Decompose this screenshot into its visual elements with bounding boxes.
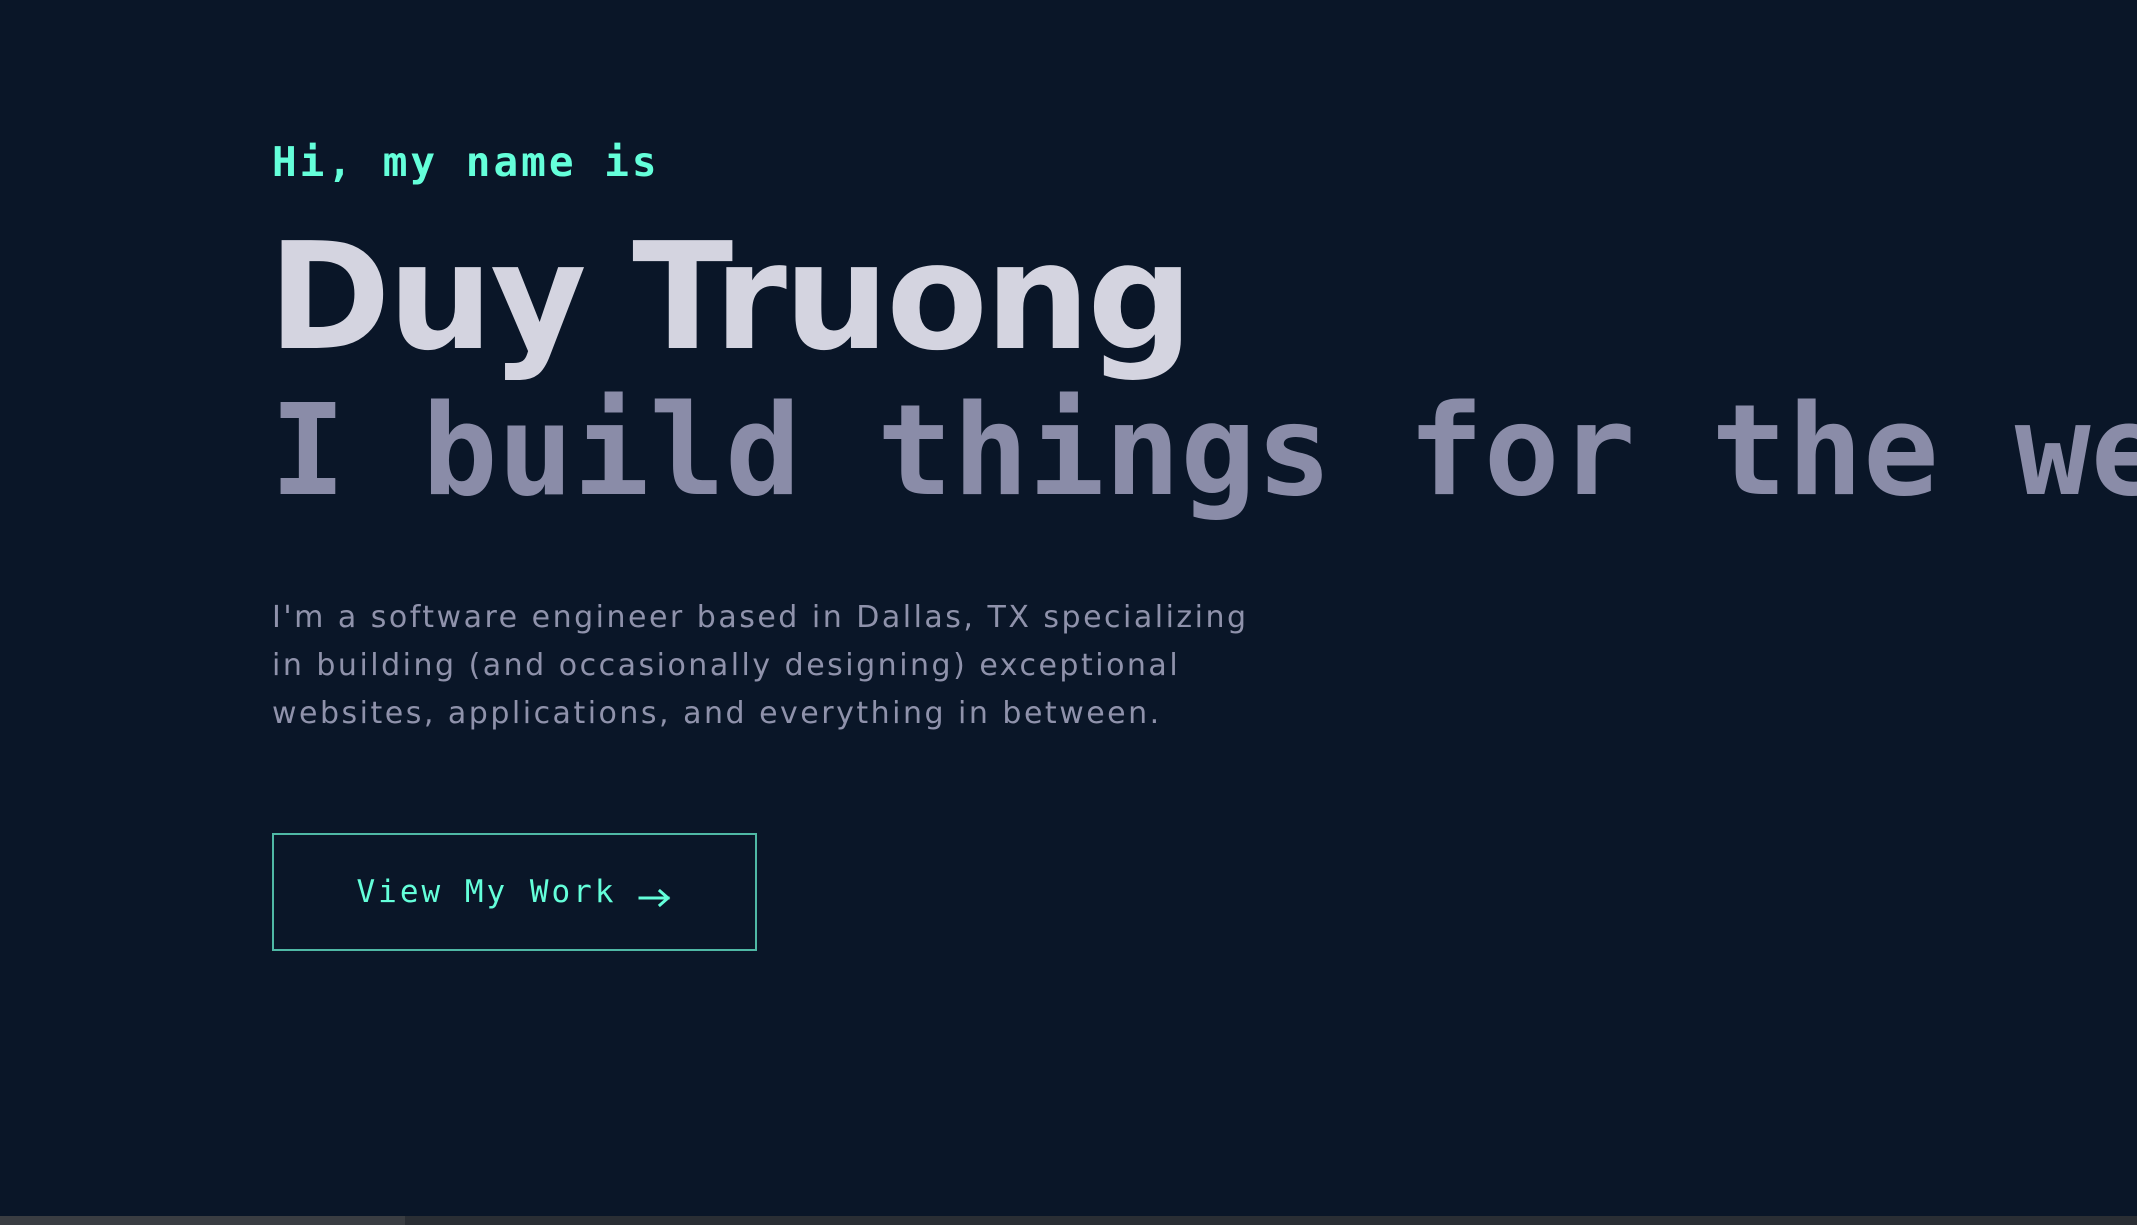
hero-section: Hi, my name is Duy Truong I build things… — [268, 0, 2137, 1215]
view-my-work-label: View My Work — [356, 874, 617, 910]
view-my-work-button[interactable]: View My Work — [272, 833, 757, 951]
hero-description: I'm a software engineer based in Dallas,… — [272, 600, 1249, 731]
intro-text: Hi, my name is — [272, 138, 660, 186]
hero-name: Duy Truong — [268, 211, 1193, 383]
window-bottom-bar-segment — [0, 1216, 405, 1225]
window-bottom-bar — [0, 1216, 2137, 1225]
arrow-right-icon — [638, 881, 672, 908]
hero-tagline: I build things for the web — [270, 377, 2137, 524]
